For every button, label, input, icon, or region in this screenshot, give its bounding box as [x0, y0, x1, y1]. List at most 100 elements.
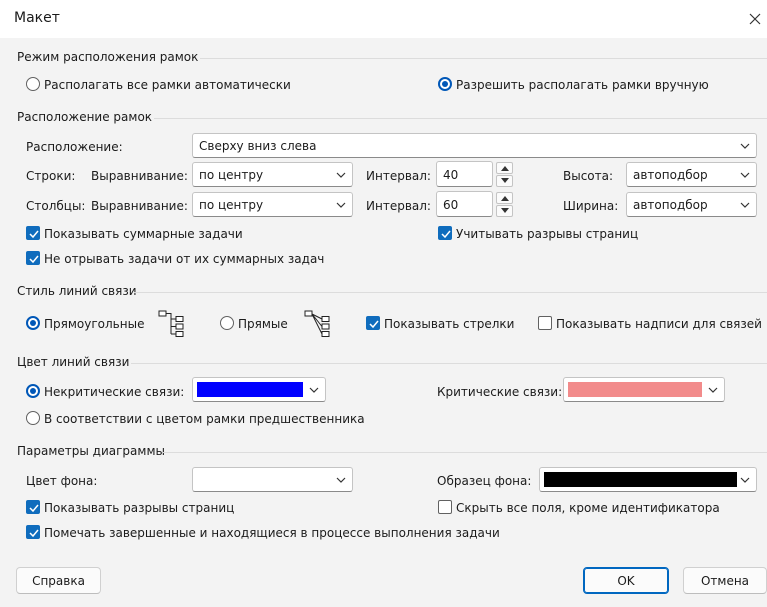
critical-links-label: Критические связи: — [437, 385, 563, 399]
width-select[interactable]: автоподбор — [626, 192, 757, 217]
chevron-down-icon — [740, 172, 750, 178]
chevron-down-icon — [740, 143, 750, 149]
divider — [163, 452, 767, 453]
bg-color-select[interactable] — [192, 467, 353, 492]
chevron-down-icon — [740, 477, 750, 483]
rows-interval-input[interactable]: 40 — [436, 161, 493, 187]
straight-links-icon — [304, 310, 330, 337]
check-icon — [369, 320, 379, 329]
help-button[interactable]: Справка — [16, 567, 101, 594]
window-title: Макет — [14, 10, 60, 26]
arrangement-value: Сверху вниз слева — [199, 139, 317, 153]
straight-links-label[interactable]: Прямые — [238, 317, 288, 331]
rows-align-select[interactable]: по центру — [192, 162, 353, 187]
mark-in-progress-checkbox[interactable] — [26, 525, 40, 539]
cols-interval-label: Интервал: — [366, 199, 431, 213]
bg-pattern-swatch — [544, 472, 737, 487]
cols-align-select[interactable]: по центру — [192, 192, 353, 217]
cols-align-label: Выравнивание: — [91, 199, 188, 213]
show-page-breaks-label[interactable]: Показывать разрывы страниц — [44, 501, 234, 515]
triangle-down-icon — [500, 208, 509, 213]
hide-fields-checkbox[interactable] — [438, 500, 452, 514]
chart-options-group-title: Параметры диаграммы — [17, 444, 165, 458]
width-value: автоподбор — [633, 198, 708, 212]
bg-pattern-label: Образец фона: — [437, 474, 532, 488]
critical-color-select[interactable] — [563, 377, 725, 402]
page-breaks-label[interactable]: Учитывать разрывы страниц — [456, 227, 638, 241]
height-label: Высота: — [563, 169, 614, 183]
check-icon — [441, 230, 451, 239]
link-style-group-title: Стиль линий связи — [17, 284, 137, 298]
show-arrows-label[interactable]: Показывать стрелки — [384, 317, 514, 331]
rectangular-links-icon — [158, 310, 184, 337]
chevron-down-icon — [336, 477, 346, 483]
divider — [134, 292, 767, 293]
rectangular-links-label[interactable]: Прямоугольные — [44, 317, 144, 331]
show-link-labels-label[interactable]: Показывать надписи для связей — [556, 317, 762, 331]
rows-interval-value: 40 — [443, 168, 459, 182]
page-breaks-checkbox[interactable] — [438, 226, 452, 240]
straight-links-radio[interactable] — [220, 316, 234, 330]
frame-mode-group-title: Режим расположения рамок — [17, 50, 199, 64]
divider — [131, 363, 767, 364]
triangle-up-icon — [500, 166, 509, 171]
divider — [200, 58, 767, 59]
keep-with-summary-label[interactable]: Не отрывать задачи от их суммарных задач — [44, 252, 324, 266]
height-select[interactable]: автоподбор — [626, 162, 757, 187]
hide-fields-label[interactable]: Скрыть все поля, кроме идентификатора — [456, 501, 720, 515]
frame-layout-group-title: Расположение рамок — [17, 110, 153, 124]
check-icon — [29, 255, 39, 264]
manual-layout-radio[interactable] — [438, 77, 452, 91]
height-value: автоподбор — [633, 168, 708, 182]
predecessor-color-radio[interactable] — [26, 411, 40, 425]
cancel-button[interactable]: Отмена — [683, 567, 767, 594]
rectangular-links-radio[interactable] — [26, 316, 40, 330]
rows-interval-label: Интервал: — [366, 169, 431, 183]
rows-interval-up-button[interactable] — [496, 162, 513, 174]
title-bar: Макет — [0, 0, 767, 38]
check-icon — [29, 529, 39, 538]
keep-with-summary-checkbox[interactable] — [26, 251, 40, 265]
mark-in-progress-label[interactable]: Помечать завершенные и находящиеся в про… — [44, 526, 500, 540]
show-summary-label[interactable]: Показывать суммарные задачи — [44, 227, 243, 241]
noncritical-links-radio[interactable] — [26, 384, 40, 398]
auto-layout-label[interactable]: Располагать все рамки автоматически — [44, 78, 291, 92]
bg-color-swatch — [197, 472, 330, 487]
chevron-down-icon — [740, 202, 750, 208]
rows-interval-down-button[interactable] — [496, 175, 513, 187]
chevron-down-icon — [336, 202, 346, 208]
width-label: Ширина: — [563, 199, 619, 213]
show-link-labels-checkbox[interactable] — [538, 316, 552, 330]
close-icon[interactable] — [742, 6, 767, 32]
bg-color-label: Цвет фона: — [26, 474, 98, 488]
noncritical-links-label[interactable]: Некритические связи: — [44, 385, 184, 399]
show-page-breaks-checkbox[interactable] — [26, 500, 40, 514]
triangle-down-icon — [500, 178, 509, 183]
show-arrows-checkbox[interactable] — [366, 316, 380, 330]
rows-label: Строки: — [26, 169, 76, 183]
cols-align-value: по центру — [199, 198, 264, 212]
link-color-group-title: Цвет линий связи — [17, 355, 130, 369]
rows-align-label: Выравнивание: — [91, 169, 188, 183]
ok-button[interactable]: OK — [583, 567, 669, 594]
show-summary-checkbox[interactable] — [26, 226, 40, 240]
noncritical-color-select[interactable] — [192, 377, 326, 402]
divider — [154, 118, 767, 119]
cols-label: Столбцы: — [26, 199, 86, 213]
check-icon — [29, 230, 39, 239]
arrangement-label: Расположение: — [26, 140, 123, 154]
noncritical-color-swatch — [197, 382, 303, 397]
triangle-up-icon — [500, 196, 509, 201]
check-icon — [29, 504, 39, 513]
arrangement-select[interactable]: Сверху вниз слева — [192, 133, 757, 158]
cols-interval-input[interactable]: 60 — [436, 191, 493, 217]
chevron-down-icon — [309, 387, 319, 393]
cols-interval-value: 60 — [443, 198, 459, 212]
chevron-down-icon — [336, 172, 346, 178]
predecessor-color-label[interactable]: В соответствии с цветом рамки предшестве… — [44, 412, 365, 426]
cols-interval-down-button[interactable] — [496, 205, 513, 217]
manual-layout-label[interactable]: Разрешить располагать рамки вручную — [456, 78, 709, 92]
bg-pattern-select[interactable] — [539, 467, 757, 492]
auto-layout-radio[interactable] — [26, 77, 40, 91]
cols-interval-up-button[interactable] — [496, 192, 513, 204]
